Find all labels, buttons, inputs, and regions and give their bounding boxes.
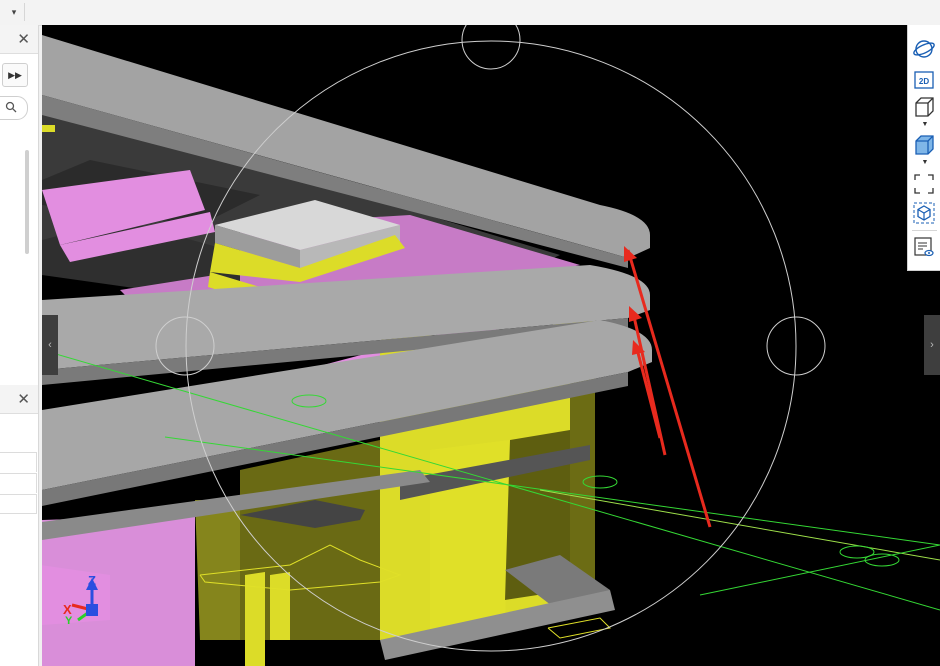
- list-item[interactable]: [0, 494, 37, 514]
- building-model: [42, 25, 940, 666]
- left-collapse-tab[interactable]: ‹: [42, 315, 58, 375]
- shaded-cube-icon[interactable]: [912, 133, 936, 157]
- isolate-cube-icon[interactable]: [912, 201, 936, 225]
- top-toolbar: ▾: [0, 0, 940, 26]
- panel-header-bottom: ✕: [0, 385, 38, 414]
- caret-down-icon[interactable]: ▼: [921, 159, 929, 166]
- 2d-view-icon[interactable]: 2D: [912, 68, 936, 92]
- right-collapse-tab[interactable]: ›: [924, 315, 940, 375]
- scrollbar-thumb[interactable]: [25, 150, 29, 254]
- orbit-icon[interactable]: [912, 37, 936, 61]
- search-button[interactable]: [0, 96, 28, 120]
- fit-view-icon[interactable]: [912, 172, 936, 196]
- fast-forward-icon[interactable]: ▶▶: [2, 63, 28, 87]
- left-panel: ✕ ▶▶ ✕: [0, 25, 39, 666]
- 2d-label: 2D: [919, 77, 929, 86]
- list-item[interactable]: [0, 473, 37, 493]
- list-item[interactable]: [0, 452, 37, 472]
- close-icon[interactable]: ✕: [17, 30, 30, 48]
- caret-down-icon[interactable]: ▼: [921, 121, 929, 128]
- view-toolbar: 2D ▼ ▼: [907, 25, 940, 271]
- toolbar-divider: [912, 230, 937, 231]
- box-view-icon[interactable]: [912, 95, 936, 119]
- 3d-viewport[interactable]: Z X Y ‹ ›: [42, 25, 940, 666]
- close-icon[interactable]: ✕: [17, 390, 30, 408]
- z-axis-label: Z: [88, 573, 96, 588]
- properties-view-icon[interactable]: [912, 235, 936, 259]
- y-axis-label: Y: [65, 615, 73, 627]
- panel-header-top: ✕: [0, 25, 38, 54]
- search-icon: [5, 101, 17, 113]
- caret-down-icon[interactable]: ▾: [4, 3, 25, 21]
